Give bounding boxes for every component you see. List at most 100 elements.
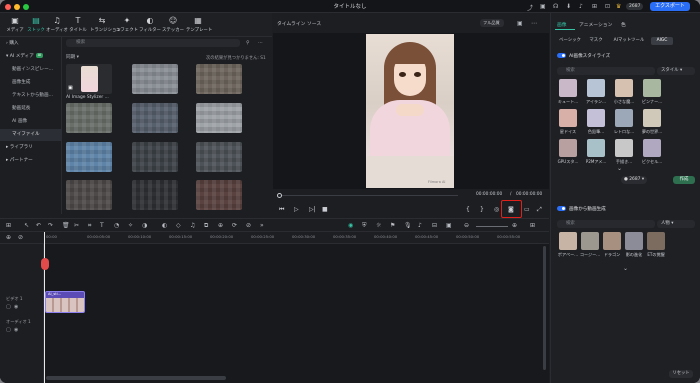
track-area[interactable] <box>0 244 549 383</box>
style-category-select[interactable]: スタイル ▾ <box>657 67 695 75</box>
zoom-in-icon[interactable]: ⊕ <box>512 222 517 229</box>
tab-transition[interactable]: ⇆ トランジション <box>90 16 121 33</box>
media-thumb[interactable] <box>66 103 112 133</box>
tab-sticker[interactable]: ☺ ステッカー <box>161 16 185 33</box>
timeline-ruler[interactable]: ⊕ ⊘ 00:00 00:00:05:00 00:00:10:00 00:00:15:… <box>0 232 549 244</box>
credits-badge[interactable]: 2687 <box>626 3 644 10</box>
delete-icon[interactable]: 🗑 <box>62 222 70 229</box>
filter-icon[interactable]: ⚲ <box>246 40 250 46</box>
media-thumb[interactable] <box>66 142 112 172</box>
shield-icon[interactable]: ⛨ <box>362 222 367 230</box>
chevron-down-icon[interactable]: ⌄ <box>617 165 622 172</box>
style-thumb[interactable] <box>615 139 633 157</box>
style-thumb[interactable] <box>581 232 599 250</box>
sort-dropdown[interactable]: 同期 ▾ <box>66 54 79 60</box>
play-icon[interactable]: ▷ <box>294 206 299 213</box>
media-thumb[interactable] <box>132 180 178 210</box>
generate-button[interactable]: 作成 <box>673 176 695 184</box>
media-thumb[interactable] <box>132 103 178 133</box>
image-icon[interactable]: ▣ <box>446 222 452 229</box>
upload-icon[interactable]: ⤴ <box>527 3 533 12</box>
sidebar-item-purchased[interactable]: › 購入 <box>0 38 62 50</box>
style-thumb[interactable] <box>559 79 577 97</box>
select-tool-icon[interactable]: ↖ <box>24 222 29 229</box>
link-icon[interactable]: ⊘ <box>18 234 23 241</box>
bell-icon[interactable]: ♪ <box>579 3 583 10</box>
mic-icon[interactable]: 🎙 <box>404 222 412 229</box>
style-thumb[interactable] <box>559 232 577 250</box>
progress-track[interactable] <box>278 195 458 196</box>
download-icon[interactable]: ⬇ <box>566 3 571 10</box>
style-thumb[interactable] <box>625 232 643 250</box>
tab-color[interactable]: 色 <box>621 21 626 28</box>
ai-tool-icon[interactable]: ✧ <box>128 222 133 229</box>
sidebar-item-video-extend[interactable]: 動画延長 <box>0 103 62 115</box>
speed-icon[interactable]: ◔ <box>114 222 119 229</box>
tab-image[interactable]: 画像 <box>557 21 567 28</box>
image-icon[interactable]: ▣ <box>517 20 523 27</box>
progress-handle[interactable] <box>277 193 282 198</box>
style-thumb[interactable] <box>643 139 661 157</box>
style-thumb[interactable] <box>615 109 633 127</box>
sidebar-item-video-inspiration[interactable]: 動画インスピレー... <box>0 64 62 76</box>
media-thumb[interactable] <box>196 180 242 210</box>
split-icon[interactable]: ✂ <box>74 222 79 229</box>
export-button[interactable]: エクスポート <box>650 2 690 11</box>
eye-icon[interactable]: ◉ <box>14 304 18 310</box>
grid-icon[interactable]: ⊞ <box>530 222 535 229</box>
voice-icon[interactable]: ♪ <box>418 222 422 229</box>
color-icon[interactable]: ◑ <box>142 222 147 229</box>
chevron-down-icon[interactable]: ⌄ <box>623 265 628 272</box>
stop-icon[interactable]: ■ <box>322 206 328 213</box>
marker-icon[interactable]: ⚑ <box>390 222 395 229</box>
subtab-aigc[interactable]: AIGC <box>651 37 673 45</box>
playhead-handle[interactable] <box>41 258 49 270</box>
more-icon[interactable]: » <box>260 222 264 229</box>
grid-icon[interactable]: ⊡ <box>605 3 610 10</box>
style-search-input[interactable]: 検索 <box>557 67 655 75</box>
split-screen-icon[interactable]: ⊟ <box>432 222 437 229</box>
redo-icon[interactable]: ↷ <box>48 222 53 229</box>
style-thumb[interactable] <box>647 232 665 250</box>
ai-stylizer-toggle[interactable] <box>557 53 566 58</box>
media-search-input[interactable]: 検索 <box>66 39 240 47</box>
render-icon[interactable]: ◉ <box>348 222 353 229</box>
media-thumb[interactable] <box>132 64 178 94</box>
playhead-line[interactable] <box>44 232 45 383</box>
quality-dropdown[interactable]: フル品質 <box>480 19 504 27</box>
sidebar-item-text-to-video[interactable]: テキストから動画... <box>0 90 62 102</box>
add-track-icon[interactable]: ⊕ <box>6 234 11 241</box>
sidebar-item-ai-image[interactable]: AI 画像 <box>0 116 62 128</box>
sidebar-item-library[interactable]: ▸ ライブラリ <box>0 142 62 154</box>
style-thumb[interactable] <box>587 109 605 127</box>
img2video-search-input[interactable]: 検索 <box>557 220 655 228</box>
tab-source[interactable]: ソース <box>307 20 321 27</box>
vertical-scrollbar[interactable] <box>543 246 546 370</box>
zoom-out-icon[interactable]: ⊖ <box>464 222 469 229</box>
more-icon[interactable]: ⋯ <box>258 40 263 46</box>
mask-icon[interactable]: ◐ <box>162 222 167 229</box>
tab-animation[interactable]: アニメーション <box>579 21 612 28</box>
media-thumb[interactable] <box>66 180 112 210</box>
layout-icon[interactable]: ⊞ <box>6 222 11 229</box>
zoom-slider[interactable] <box>476 226 508 227</box>
reset-button[interactable]: リセット <box>669 370 693 378</box>
style-thumb[interactable] <box>603 232 621 250</box>
tab-template[interactable]: ▦ テンプレート <box>186 16 212 33</box>
media-thumb-ai-stylizer[interactable]: ▣ <box>66 64 112 94</box>
audio-icon[interactable]: ♫ <box>190 222 195 229</box>
mark-in-icon[interactable]: { <box>466 206 470 213</box>
tab-effect[interactable]: ✦ エフェクト <box>115 16 139 33</box>
media-thumb[interactable] <box>196 64 242 94</box>
detach-icon[interactable]: ⧉ <box>204 222 208 230</box>
people-category-select[interactable]: 人物 ▾ <box>657 220 695 228</box>
text-icon[interactable]: T <box>100 222 104 229</box>
sun-icon[interactable]: ☼ <box>376 222 381 229</box>
ai-cut-icon[interactable]: ⊘ <box>246 222 251 229</box>
layout-icon[interactable]: ⊞ <box>592 3 597 10</box>
sidebar-item-ai-media[interactable]: ▾ AI メディア AI <box>0 51 62 63</box>
video-clip[interactable]: AI_sti... <box>45 291 85 313</box>
subtab-basic[interactable]: ベーシック <box>557 37 583 45</box>
sidebar-item-my-files[interactable]: マイファイル <box>0 129 62 141</box>
lock-icon[interactable]: ▢ <box>6 327 11 333</box>
